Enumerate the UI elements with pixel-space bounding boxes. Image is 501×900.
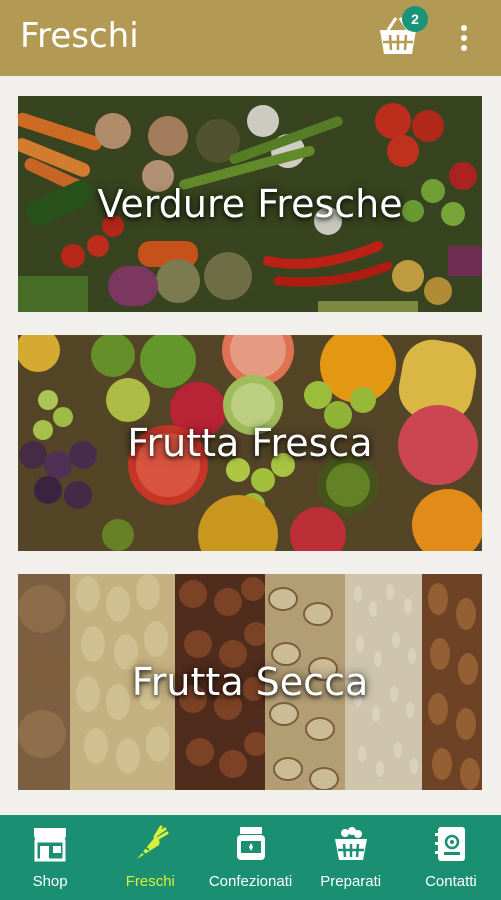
nav-label: Confezionati — [208, 873, 293, 890]
nav-item-preparati[interactable]: Preparati — [301, 815, 401, 900]
app-title: Freschi — [20, 16, 139, 56]
app-bar: Freschi 2 — [0, 0, 501, 76]
nav-item-freschi[interactable]: Freschi — [100, 815, 200, 900]
address-book-icon — [434, 827, 465, 861]
category-card-frutta-secca[interactable]: Frutta Secca — [18, 574, 482, 790]
category-label: Verdure Fresche — [97, 182, 403, 226]
more-vertical-icon[interactable] — [454, 22, 474, 54]
nav-label: Preparati — [320, 873, 382, 890]
nav-label: Freschi — [125, 873, 175, 890]
jar-icon — [236, 827, 265, 860]
storefront-icon — [34, 828, 67, 862]
cart-count-badge: 2 — [402, 6, 428, 32]
basket-icon — [334, 827, 367, 860]
nav-label: Shop — [32, 873, 68, 890]
carrot-icon — [137, 825, 169, 859]
nav-item-shop[interactable]: Shop — [0, 815, 100, 900]
category-label: Frutta Fresca — [127, 421, 373, 465]
category-card-verdure[interactable]: Verdure Fresche — [18, 96, 482, 312]
category-card-frutta-fresca[interactable]: Frutta Fresca — [18, 335, 482, 551]
category-label: Frutta Secca — [131, 660, 369, 704]
nav-item-confezionati[interactable]: Confezionati — [200, 815, 300, 900]
nav-label: Contatti — [425, 873, 477, 890]
nav-item-contatti[interactable]: Contatti — [401, 815, 501, 900]
bottom-nav: Shop Freschi Confezionati Preparati Cont… — [0, 815, 501, 900]
